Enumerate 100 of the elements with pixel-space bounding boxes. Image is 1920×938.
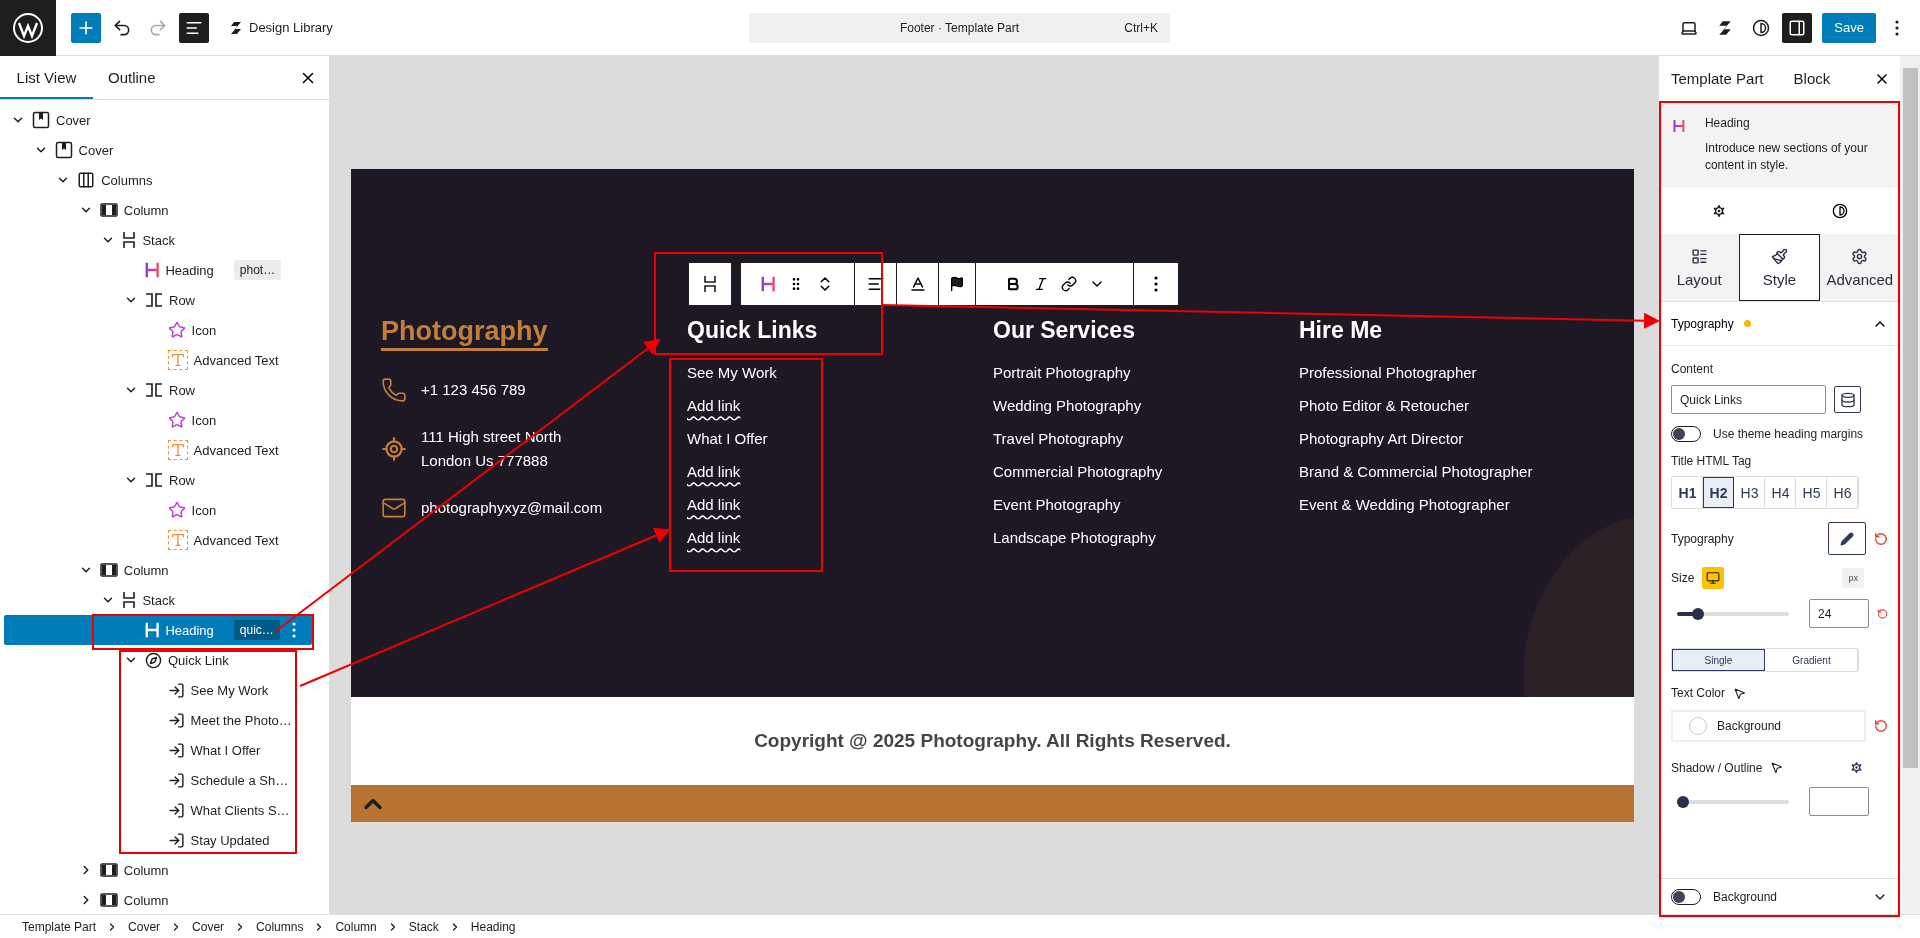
- tree-item[interactable]: Cover: [4, 135, 312, 165]
- breadcrumb-item[interactable]: Column: [335, 919, 377, 934]
- reset-icon[interactable]: [1877, 606, 1888, 621]
- add-link-placeholder[interactable]: Add link: [687, 494, 741, 516]
- link-icon: [167, 801, 185, 819]
- tree-item[interactable]: Stay Updated: [4, 825, 312, 855]
- color-mode-option[interactable]: Single: [1672, 649, 1765, 671]
- mode-tab[interactable]: Layout: [1659, 234, 1740, 301]
- color-field[interactable]: Background: [1671, 710, 1866, 742]
- tree-item[interactable]: Advanced Text: [4, 345, 312, 375]
- breadcrumb-item[interactable]: Template Part: [22, 919, 97, 934]
- tree-item[interactable]: What Clients S…: [4, 795, 312, 825]
- tag-option[interactable]: H2: [1703, 477, 1734, 508]
- more-icon: [1154, 276, 1158, 292]
- edit-typography-button[interactable]: [1828, 522, 1866, 555]
- footer-link[interactable]: Travel Photography: [993, 428, 1124, 450]
- link-icon: [167, 771, 185, 789]
- toggle-switch[interactable]: [1671, 426, 1701, 442]
- link-icon: [167, 681, 185, 699]
- row-icon: [145, 473, 163, 487]
- logo[interactable]: [0, 0, 56, 56]
- tree-item[interactable]: Icon: [4, 315, 312, 345]
- gear-icon[interactable]: [1849, 760, 1864, 775]
- tree-item[interactable]: Quick Link: [4, 645, 312, 675]
- size-field[interactable]: 24: [1809, 599, 1869, 628]
- panel-tab[interactable]: Outline: [93, 56, 171, 99]
- sidebar-tab[interactable]: Template Part: [1671, 70, 1764, 87]
- add-link-placeholder[interactable]: Add link: [687, 527, 741, 549]
- tree-item[interactable]: Advanced Text: [4, 525, 312, 555]
- command-bar[interactable]: Footer · Template Part Ctrl+K: [749, 12, 1170, 43]
- settings-panel-button[interactable]: [1782, 12, 1813, 43]
- slider-thumb[interactable]: [1692, 607, 1704, 620]
- breadcrumb-item[interactable]: Heading: [470, 919, 516, 934]
- tree-item[interactable]: Advanced Text: [4, 435, 312, 465]
- scrollbar[interactable]: [1900, 56, 1920, 914]
- tree-item[interactable]: Icon: [4, 495, 312, 525]
- tree-item[interactable]: See My Work: [4, 675, 312, 705]
- breadcrumb-item[interactable]: Stack: [408, 919, 439, 934]
- mode-tab[interactable]: Style: [1739, 234, 1820, 301]
- tree-item[interactable]: Row: [4, 375, 312, 405]
- gear-icon: [1711, 203, 1728, 219]
- add-link-placeholder[interactable]: Add link: [687, 461, 741, 483]
- add-block-button[interactable]: [71, 12, 101, 43]
- footer-link[interactable]: Photo Editor & Retoucher: [1299, 395, 1470, 417]
- shadow-field[interactable]: [1809, 787, 1869, 816]
- tree-item[interactable]: Meet the Photo…: [4, 705, 312, 735]
- tree-item[interactable]: Columns: [4, 165, 312, 195]
- tree-item[interactable]: Schedule a Sh…: [4, 765, 312, 795]
- tree-item[interactable]: Stack: [4, 585, 312, 615]
- footer-link[interactable]: Event Photography: [993, 494, 1121, 516]
- sidebar-tab[interactable]: Block: [1793, 70, 1831, 87]
- tree-item[interactable]: What I Offer: [4, 735, 312, 765]
- tree-item[interactable]: Heading phot…: [4, 255, 312, 285]
- more-options-button[interactable]: [291, 622, 296, 638]
- footer-link[interactable]: Wedding Photography: [993, 395, 1142, 417]
- block-badge: quic…: [233, 620, 280, 640]
- footer-link[interactable]: Brand & Commercial Photographer: [1299, 461, 1533, 483]
- panel-tab[interactable]: List View: [0, 56, 93, 99]
- tree-item[interactable]: Row: [4, 465, 312, 495]
- unit-label[interactable]: px: [1842, 568, 1864, 588]
- tree-item[interactable]: Icon: [4, 405, 312, 435]
- design-library-button[interactable]: Design Library: [225, 16, 337, 39]
- tree-item[interactable]: Stack: [4, 225, 312, 255]
- pencil-icon: [1840, 531, 1854, 546]
- tree-item[interactable]: Heading quic…: [4, 615, 312, 645]
- tree-item[interactable]: Column: [4, 195, 312, 225]
- footer-link[interactable]: Event & Wedding Photographer: [1299, 494, 1510, 516]
- device-badge[interactable]: [1702, 567, 1725, 589]
- tree-item[interactable]: Column: [4, 555, 312, 585]
- reset-icon[interactable]: [1874, 719, 1888, 733]
- column-heading: Our Services: [993, 316, 1136, 345]
- breadcrumb-item[interactable]: Cover: [128, 919, 161, 934]
- row-icon: [145, 293, 163, 307]
- toggle-switch[interactable]: [1671, 888, 1701, 905]
- footer-link[interactable]: See My Work: [687, 362, 777, 384]
- tree-item[interactable]: Column: [4, 885, 312, 914]
- more-icon: [291, 622, 296, 638]
- tag-option[interactable]: H1: [1672, 477, 1703, 508]
- tree-item[interactable]: Cover: [4, 105, 312, 135]
- dynamic-content-button[interactable]: [1834, 386, 1861, 413]
- breadcrumb-item[interactable]: Columns: [256, 919, 304, 934]
- footer-link[interactable]: Landscape Photography: [993, 527, 1156, 549]
- tree-item[interactable]: Column: [4, 855, 312, 885]
- footer-link[interactable]: Commercial Photography: [993, 461, 1163, 483]
- footer-link[interactable]: What I Offer: [687, 428, 768, 450]
- footer-link[interactable]: Photography Art Director: [1299, 428, 1464, 450]
- star-icon: [167, 411, 186, 429]
- mode-tab[interactable]: Advanced: [1819, 234, 1900, 301]
- column-heading: Hire Me: [1299, 316, 1384, 345]
- add-link-placeholder[interactable]: Add link: [687, 395, 741, 417]
- footer-link[interactable]: Portrait Photography: [993, 362, 1131, 384]
- reset-icon[interactable]: [1874, 531, 1888, 546]
- slider-thumb[interactable]: [1677, 795, 1689, 808]
- save-button[interactable]: Save: [1822, 12, 1876, 43]
- breadcrumb-item[interactable]: Cover: [192, 919, 225, 934]
- footer-link[interactable]: Professional Photographer: [1299, 362, 1477, 384]
- list-view-button[interactable]: [179, 12, 209, 43]
- monitor-icon: [1706, 571, 1721, 585]
- tree-item[interactable]: Row: [4, 285, 312, 315]
- content-field[interactable]: Quick Links: [1671, 385, 1826, 414]
